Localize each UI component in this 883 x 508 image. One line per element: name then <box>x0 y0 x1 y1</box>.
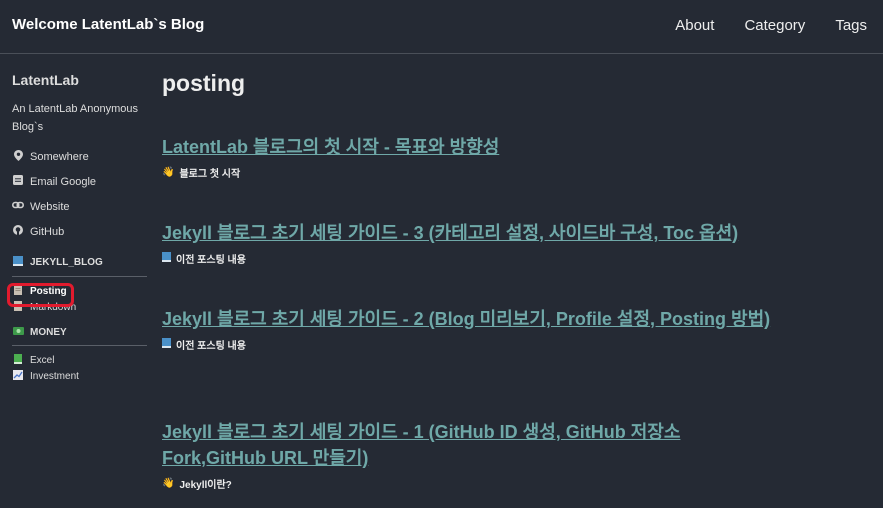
author-link-location[interactable]: Somewhere <box>12 144 147 169</box>
post-title-link[interactable]: Jekyll 블로그 초기 세팅 가이드 - 3 (카테고리 설정, 사이드바 … <box>162 220 782 246</box>
email-icon <box>12 175 24 188</box>
nav-category[interactable]: Category <box>744 17 805 34</box>
nav-tags[interactable]: Tags <box>835 17 867 34</box>
category-title-money[interactable]: MONEY <box>12 327 147 346</box>
author-bio: An LatentLab Anonymous Blog`s <box>12 103 138 133</box>
sidebar: LatentLab An LatentLab Anonymous Blog`s … <box>12 72 147 384</box>
github-icon <box>12 225 24 238</box>
category-title-jekyll-blog[interactable]: JEKYLL_BLOG <box>12 256 147 277</box>
post-excerpt-text: Jekyll이란? <box>179 480 232 491</box>
post-item: Jekyll 블로그 초기 세팅 가이드 - 3 (카테고리 설정, 사이드바 … <box>162 220 782 266</box>
category-item-label: Excel <box>30 354 55 366</box>
author-link-label: Somewhere <box>30 150 89 163</box>
post-excerpt: 이전 포스팅 내용 <box>162 251 782 266</box>
top-nav: About Category Tags <box>645 17 867 34</box>
category-list-money: Excel Investment <box>12 352 147 384</box>
waving-hand-icon: 👋 <box>162 478 175 489</box>
category-item-label: Investment <box>30 370 79 382</box>
post-excerpt-text: 이전 포스팅 내용 <box>176 341 246 352</box>
nav-about[interactable]: About <box>675 17 714 34</box>
post-item: Jekyll 블로그 초기 세팅 가이드 - 2 (Blog 미리보기, Pro… <box>162 306 782 352</box>
post-title-link[interactable]: LatentLab 블로그의 첫 시작 - 목표와 방향성 <box>162 134 782 160</box>
highlight-annotation <box>7 283 74 307</box>
post-title-link[interactable]: Jekyll 블로그 초기 세팅 가이드 - 2 (Blog 미리보기, Pro… <box>162 306 782 332</box>
chart-icon <box>12 370 24 382</box>
post-item: Jekyll 블로그 초기 세팅 가이드 - 1 (GitHub ID 생성, … <box>162 419 782 491</box>
post-item: LatentLab 블로그의 첫 시작 - 목표와 방향성 👋 블로그 첫 시작 <box>162 134 782 180</box>
page-title: posting <box>162 70 246 96</box>
waving-hand-icon: 👋 <box>162 167 175 178</box>
author-link-label: Email Google <box>30 175 97 188</box>
post-excerpt-text: 이전 포스팅 내용 <box>176 255 246 266</box>
location-pin-icon <box>12 149 24 164</box>
author-link-label: Website <box>30 200 70 213</box>
category-title-label: MONEY <box>30 327 67 338</box>
author-link-website[interactable]: Website <box>12 194 147 219</box>
link-icon <box>12 200 24 213</box>
post-excerpt: 👋 Jekyll이란? <box>162 476 782 491</box>
money-icon <box>12 327 24 338</box>
post-title-link[interactable]: Jekyll 블로그 초기 세팅 가이드 - 1 (GitHub ID 생성, … <box>162 419 782 471</box>
blue-book-icon <box>162 252 171 265</box>
post-excerpt-text: 블로그 첫 시작 <box>179 169 241 180</box>
author-link-github[interactable]: GitHub <box>12 219 147 244</box>
author-links: Somewhere Email Google Website GitHub <box>12 144 147 244</box>
post-excerpt: 이전 포스팅 내용 <box>162 337 782 352</box>
site-title[interactable]: Welcome LatentLab`s Blog <box>12 16 204 33</box>
category-title-label: JEKYLL_BLOG <box>30 257 103 268</box>
book-icon <box>12 256 24 269</box>
author-name: LatentLab <box>12 72 79 88</box>
author-link-label: GitHub <box>30 225 65 238</box>
category-item-investment[interactable]: Investment <box>12 368 147 384</box>
masthead: Welcome LatentLab`s Blog About Category … <box>0 0 883 54</box>
main-content: posting LatentLab 블로그의 첫 시작 - 목표와 방향성 👋 … <box>162 70 782 491</box>
author-link-email[interactable]: Email Google <box>12 169 147 194</box>
blue-book-icon <box>162 338 171 351</box>
category-item-excel[interactable]: Excel <box>12 352 147 368</box>
green-book-icon <box>12 354 24 366</box>
post-excerpt: 👋 블로그 첫 시작 <box>162 165 782 180</box>
